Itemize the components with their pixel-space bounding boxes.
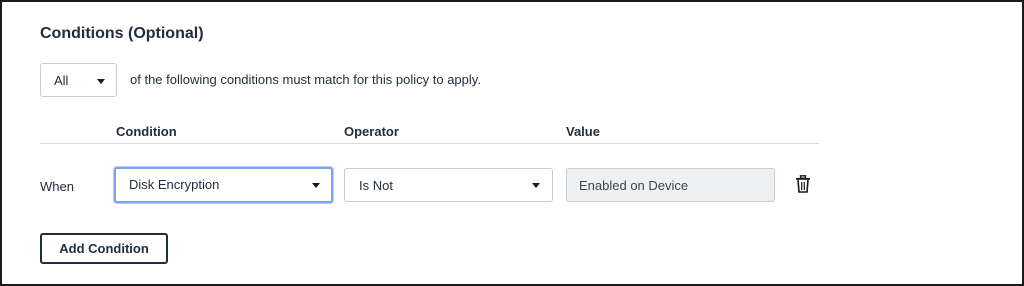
chevron-down-icon <box>532 183 540 188</box>
condition-select[interactable]: Disk Encryption <box>114 167 333 203</box>
column-header-value: Value <box>566 124 600 139</box>
operator-select[interactable]: Is Not <box>344 168 553 202</box>
when-label: When <box>40 179 74 194</box>
operator-select-value: Is Not <box>359 178 393 193</box>
add-condition-button[interactable]: Add Condition <box>40 233 168 264</box>
condition-select-value: Disk Encryption <box>129 177 220 192</box>
trash-icon[interactable] <box>795 175 811 193</box>
chevron-down-icon <box>312 183 320 188</box>
value-field-text: Enabled on Device <box>579 178 689 193</box>
match-mode-select[interactable]: All <box>40 63 117 97</box>
column-header-operator: Operator <box>344 124 399 139</box>
header-divider <box>40 143 819 144</box>
column-header-condition: Condition <box>116 124 177 139</box>
conditions-panel: Conditions (Optional) All of the followi… <box>0 0 1024 286</box>
chevron-down-icon <box>97 79 105 84</box>
match-description: of the following conditions must match f… <box>130 72 481 87</box>
value-field[interactable]: Enabled on Device <box>566 168 775 202</box>
section-title: Conditions (Optional) <box>40 25 204 42</box>
match-mode-value: All <box>54 73 69 88</box>
